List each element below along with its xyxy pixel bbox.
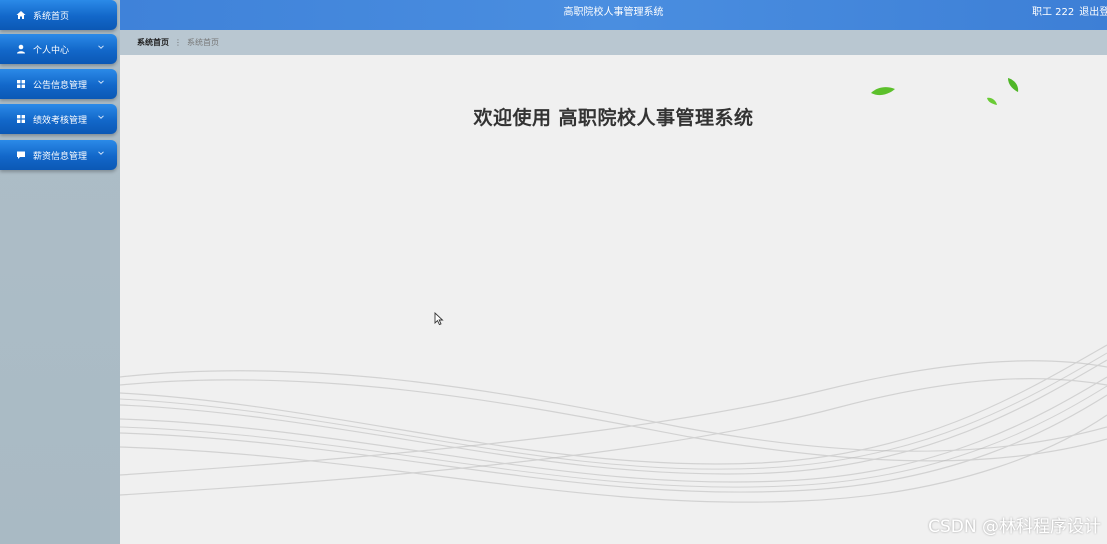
logout-link[interactable]: 退出登 (1079, 7, 1107, 18)
user-label: 职工 222 (1032, 7, 1075, 18)
breadcrumb-current: 系统首页 (187, 38, 219, 47)
grid-icon (16, 114, 26, 124)
leaf-icon (1008, 78, 1019, 92)
chevron-down-icon (98, 115, 104, 119)
chat-icon (16, 150, 26, 160)
user-icon (16, 44, 26, 54)
sidebar-item-personal-center[interactable]: 个人中心 (0, 34, 117, 64)
welcome-heading: 欢迎使用 高职院校人事管理系统 (473, 107, 754, 129)
leaf-icon (987, 97, 997, 105)
mouse-cursor-icon (434, 312, 444, 326)
chevron-down-icon (98, 151, 104, 155)
sidebar-item-salary-management[interactable]: 薪资信息管理 (0, 140, 117, 170)
grid-icon (16, 79, 26, 89)
chevron-down-icon (98, 45, 104, 49)
watermark: CSDN @林科程序设计 (928, 517, 1101, 537)
chevron-down-icon (98, 80, 104, 84)
sidebar-item-label: 公告信息管理 (33, 80, 88, 91)
home-icon (16, 10, 26, 20)
app-title: 高职院校人事管理系统 (563, 7, 664, 18)
sidebar-item-home[interactable]: 系统首页 (0, 0, 117, 30)
main-content: 欢迎使用 高职院校人事管理系统 CSDN @林科程序设计 (120, 55, 1107, 544)
sidebar-item-notice-management[interactable]: 公告信息管理 (0, 69, 117, 99)
sidebar: 系统首页 个人中心 公告信息管理 绩效考核管理 薪资信息管理 (0, 0, 120, 544)
sidebar-item-label: 系统首页 (33, 11, 70, 22)
breadcrumb-home-link[interactable]: 系统首页 (137, 38, 169, 47)
sidebar-item-label: 个人中心 (33, 45, 70, 56)
leaf-icon (871, 87, 895, 96)
sidebar-item-label: 绩效考核管理 (33, 115, 88, 126)
sidebar-item-label: 薪资信息管理 (33, 151, 88, 162)
breadcrumb: 系统首页 ⋮ 系统首页 (120, 30, 1107, 55)
breadcrumb-separator-icon: ⋮ (174, 38, 182, 47)
sidebar-item-performance-management[interactable]: 绩效考核管理 (0, 104, 117, 134)
top-header: 高职院校人事管理系统 职工 222 退出登 (120, 0, 1107, 30)
user-area: 职工 222 退出登 (1027, 0, 1107, 30)
